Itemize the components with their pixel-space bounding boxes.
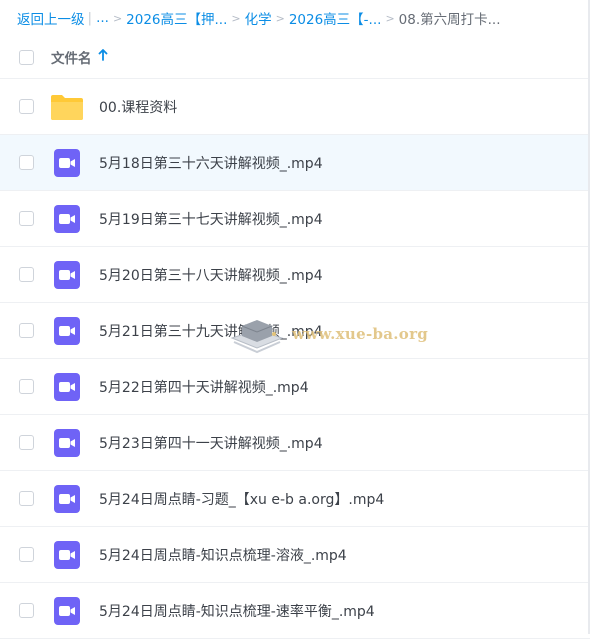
row-checkbox[interactable]	[19, 323, 34, 338]
file-name[interactable]: 5月19日第三十七天讲解视频_.mp4	[99, 209, 323, 229]
breadcrumb-pipe: |	[87, 10, 93, 26]
row-checkbox[interactable]	[19, 547, 34, 562]
file-row[interactable]: 5月23日第四十一天讲解视频_.mp4	[0, 415, 590, 471]
file-row[interactable]: 5月21日第三十九天讲解视频_.mp4	[0, 303, 590, 359]
file-name[interactable]: 5月24日周点睛-习题_【xu e-b a.org】.mp4	[99, 489, 384, 509]
breadcrumb: 返回上一级 | ... > 2026高三【押... > 化学 > 2026高三【…	[0, 0, 590, 36]
breadcrumb-current: 08.第六周打卡...	[398, 12, 501, 28]
breadcrumb-item[interactable]: 2026高三【-...	[289, 8, 382, 28]
video-file-icon	[50, 540, 84, 570]
video-file-icon	[50, 148, 84, 178]
breadcrumb-ellipsis[interactable]: ...	[96, 10, 109, 26]
select-all-checkbox[interactable]	[19, 49, 34, 65]
row-checkbox[interactable]	[19, 435, 34, 450]
video-file-icon	[50, 260, 84, 290]
breadcrumb-separator: >	[275, 11, 285, 25]
file-row[interactable]: 5月19日第三十七天讲解视频_.mp4	[0, 191, 590, 247]
breadcrumb-separator: >	[385, 11, 395, 25]
file-name[interactable]: 5月23日第四十一天讲解视频_.mp4	[99, 433, 323, 453]
column-name-label: 文件名	[51, 51, 92, 67]
file-row[interactable]: 5月24日周点睛-习题_【xu e-b a.org】.mp4	[0, 471, 590, 527]
breadcrumb-item[interactable]: 化学	[245, 8, 272, 28]
breadcrumb-separator: >	[231, 11, 241, 25]
row-checkbox[interactable]	[19, 267, 34, 282]
file-row[interactable]: 5月20日第三十八天讲解视频_.mp4	[0, 247, 590, 303]
file-name[interactable]: 5月20日第三十八天讲解视频_.mp4	[99, 265, 323, 285]
row-checkbox[interactable]	[19, 211, 34, 226]
video-file-icon	[50, 372, 84, 402]
video-file-icon	[50, 316, 84, 346]
row-checkbox[interactable]	[19, 99, 34, 114]
file-row[interactable]: 5月24日周点睛-知识点梳理-溶液_.mp4	[0, 527, 590, 583]
table-header: 文件名	[0, 36, 590, 79]
row-checkbox[interactable]	[19, 155, 34, 170]
file-list: 00.课程资料 5月18日第三十六天讲解视频_.mp4 5月19日第三十七天讲解视频…	[0, 79, 590, 639]
file-name[interactable]: 5月18日第三十六天讲解视频_.mp4	[99, 153, 323, 173]
video-file-icon	[50, 596, 84, 626]
file-name[interactable]: 5月22日第四十天讲解视频_.mp4	[99, 377, 309, 397]
file-row[interactable]: 5月18日第三十六天讲解视频_.mp4	[0, 135, 590, 191]
folder-icon	[50, 93, 84, 121]
video-file-icon	[50, 428, 84, 458]
file-name[interactable]: 5月24日周点睛-知识点梳理-溶液_.mp4	[99, 545, 347, 565]
row-checkbox[interactable]	[19, 379, 34, 394]
file-name[interactable]: 00.课程资料	[99, 97, 177, 117]
file-name[interactable]: 5月24日周点睛-知识点梳理-速率平衡_.mp4	[99, 601, 375, 621]
row-checkbox[interactable]	[19, 603, 34, 618]
back-link[interactable]: 返回上一级	[17, 8, 85, 28]
file-row[interactable]: 5月24日周点睛-知识点梳理-速率平衡_.mp4	[0, 583, 590, 639]
file-row[interactable]: 5月22日第四十天讲解视频_.mp4	[0, 359, 590, 415]
video-file-icon	[50, 484, 84, 514]
video-file-icon	[50, 204, 84, 234]
file-name[interactable]: 5月21日第三十九天讲解视频_.mp4	[99, 321, 323, 341]
sort-ascending-icon[interactable]	[98, 49, 108, 65]
breadcrumb-item[interactable]: 2026高三【押...	[126, 8, 227, 28]
breadcrumb-separator: >	[112, 11, 123, 25]
column-header-name[interactable]: 文件名	[51, 47, 108, 67]
row-checkbox[interactable]	[19, 491, 34, 506]
file-row[interactable]: 00.课程资料	[0, 79, 590, 135]
